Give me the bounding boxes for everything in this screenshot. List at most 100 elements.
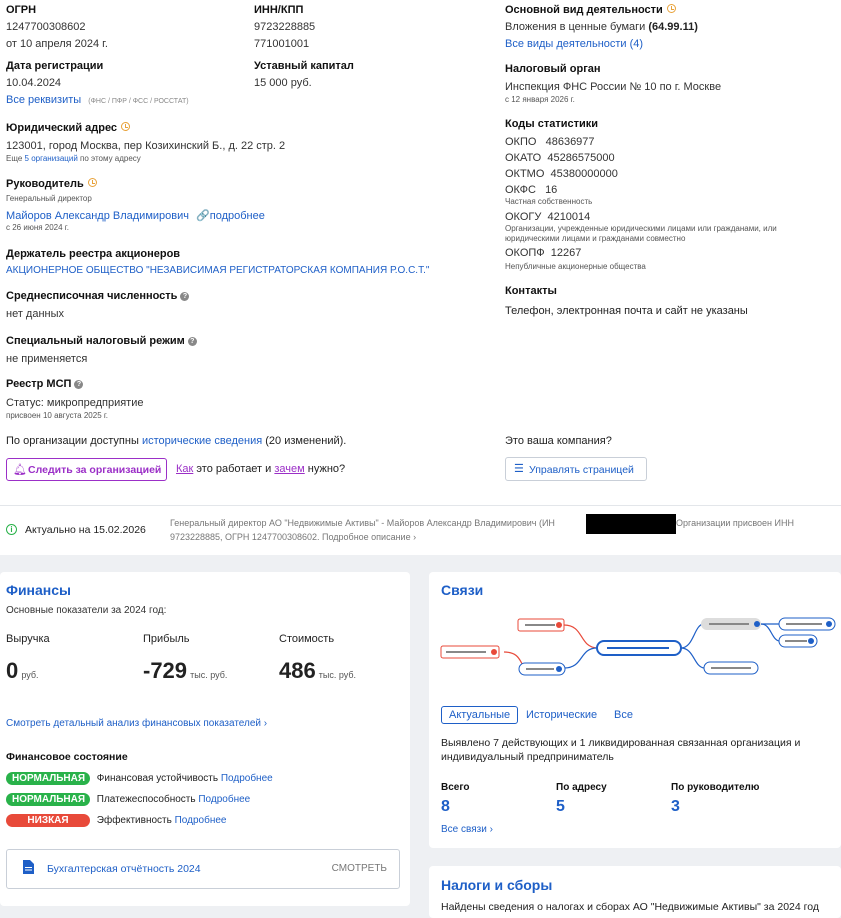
links-card: Связи Актуальные Исторические Все Выявле… (429, 572, 841, 848)
history-link[interactable]: исторические сведения (142, 435, 262, 447)
document-icon (23, 860, 34, 874)
status-badge: НИЗКАЯ (6, 814, 90, 827)
cost-value: 486 (279, 658, 316, 683)
capital-label: Уставный капитал (254, 60, 354, 72)
address-value: 123001, город Москва, пер Козихинский Б.… (6, 140, 286, 152)
analysis-link[interactable]: Смотреть детальный анализ финансовых пок… (6, 718, 267, 729)
address-label: Юридический адрес (6, 122, 131, 134)
links-title: Связи (441, 582, 484, 598)
details-link[interactable]: Подробнее (175, 815, 227, 826)
state-label: Финансовое состояние (6, 751, 128, 763)
headcount-label: Среднесписочная численность? (6, 290, 190, 302)
address-note: Еще 5 организаций по этому адресу (6, 154, 141, 163)
okpo: ОКПО 48636977 (505, 136, 595, 148)
tab-actual[interactable]: Актуальные (441, 706, 519, 724)
reg-date-label: Дата регистрации (6, 60, 104, 72)
inn-label: ИНН/КПП (254, 4, 304, 16)
inn-value: 9723228885 (254, 21, 316, 33)
taxes-card: Налоги и сборы Найдены сведения о налога… (429, 866, 841, 918)
okfs: ОКФС 16 (505, 184, 558, 196)
oktmo: ОКТМО 45380000000 (505, 168, 618, 180)
tab-all[interactable]: Все (614, 709, 633, 721)
info-circle-icon: i (6, 524, 17, 535)
all-links-link[interactable]: Все связи › (441, 824, 493, 835)
report-row[interactable]: Бухгалтерская отчётность 2024 СМОТРЕТЬ (6, 849, 400, 889)
registry-holder-link[interactable]: АКЦИОНЕРНОЕ ОБЩЕСТВО "НЕЗАВИСИМАЯ РЕГИСТ… (6, 265, 429, 276)
info-icon[interactable]: ? (74, 380, 84, 389)
tax-authority-value: Инспекция ФНС России № 10 по г. Москве (505, 81, 722, 93)
taxes-text: Найдены сведения о налогах и сборах АО "… (441, 901, 819, 913)
history-row: По организации доступны исторические све… (6, 435, 347, 447)
same-address-link[interactable]: 5 организаций (25, 154, 78, 163)
links-desc-2: индивидуальный предприниматель (441, 751, 614, 763)
all-details-row: Все реквизиты (ФНС / ПФР / ФСС / РОССТАТ… (6, 94, 189, 106)
bell-icon: 🔔︎ (13, 464, 27, 476)
report-label: Бухгалтерская отчётность 2024 (47, 863, 201, 875)
manage-button[interactable]: ☰ Управлять страницей (505, 457, 647, 481)
total-value[interactable]: 8 (441, 798, 450, 816)
by-head-value[interactable]: 3 (671, 798, 680, 816)
profit: -729 тыс. руб. (143, 658, 228, 683)
head-name-link[interactable]: Майоров Александр Владимирович (6, 210, 189, 222)
all-activities-link[interactable]: Все виды деятельности (4) (505, 38, 643, 50)
tab-history[interactable]: Исторические (526, 709, 597, 721)
how-link[interactable]: Как (176, 463, 193, 475)
info-icon[interactable]: ? (187, 337, 197, 346)
okfs-desc: Частная собственность (505, 197, 593, 206)
links-desc-1: Выявлено 7 действующих и 1 ликвидированн… (441, 737, 801, 749)
head-since: с 26 июня 2024 г. (6, 223, 69, 232)
status-badge: НОРМАЛЬНАЯ (6, 793, 90, 806)
all-details-link[interactable]: Все реквизиты (6, 94, 81, 106)
headcount-value: нет данных (6, 308, 65, 320)
head-row: Майоров Александр Владимирович 🔗подробне… (6, 209, 265, 222)
contacts-label: Контакты (505, 285, 557, 297)
follow-button[interactable]: 🔔︎ Следить за организацией (6, 458, 167, 481)
actual-text-1a: Генеральный директор АО "Недвижимые Акти… (170, 518, 555, 528)
okopf: ОКОПФ 12267 (505, 247, 582, 259)
okogu-desc-2: юридическими лицами и гражданами совмест… (505, 234, 686, 243)
ogrn-date: от 10 апреля 2024 г. (6, 38, 108, 50)
actual-text-2[interactable]: 9723228885, ОГРН 1247700308602. Подробно… (170, 532, 416, 542)
msp-status: Статус: микропредприятие (6, 397, 144, 409)
activity-label: Основной вид деятельности (505, 4, 676, 16)
tax-authority-since: с 12 января 2026 г. (505, 95, 575, 104)
clock-icon (666, 4, 676, 13)
okopf-desc: Непубличные акционерные общества (505, 262, 646, 271)
reg-date-value: 10.04.2024 (6, 77, 62, 89)
redaction-block (586, 514, 676, 534)
info-icon[interactable]: ? (180, 292, 190, 301)
kpp-value: 771001001 (254, 38, 310, 50)
total-label: Всего (441, 782, 470, 793)
state-row: НИЗКАЯ Эффективность Подробнее (6, 814, 226, 827)
details-link[interactable]: Подробнее (198, 794, 250, 805)
actual-label: Актуально на 15.02.2026 (25, 524, 146, 536)
revenue-label: Выручка (6, 633, 50, 645)
by-head-label: По руководителю (671, 782, 760, 793)
profit-value: -729 (143, 658, 188, 683)
okato: ОКАТО 45286575000 (505, 152, 615, 164)
all-details-note: (ФНС / ПФР / ФСС / РОССТАТ) (88, 98, 189, 105)
activity-value: Вложения в ценные бумаги (64.99.11) (505, 21, 698, 33)
tax-regime-label: Специальный налоговый режим? (6, 335, 197, 347)
revenue-value: 0 (6, 658, 19, 683)
revenue: 0 руб. (6, 658, 39, 683)
ogrn-value: 1247700308602 (6, 21, 86, 33)
taxes-title: Налоги и сборы (441, 877, 553, 893)
finance-title: Финансы (6, 582, 71, 598)
msp-label: Реестр МСП? (6, 378, 84, 390)
head-label: Руководитель (6, 178, 97, 190)
capital-value: 15 000 руб. (254, 77, 312, 89)
okogu-desc-1: Организации, учрежденные юридическими ли… (505, 224, 777, 233)
links-graph[interactable] (439, 614, 839, 684)
state-row: НОРМАЛЬНАЯ Финансовая устойчивость Подро… (6, 772, 273, 785)
manage-button-label: Управлять страницей (529, 464, 634, 476)
why-link[interactable]: зачем (274, 463, 304, 475)
msp-assigned: присвоен 10 августа 2025 г. (6, 411, 109, 420)
your-company: Это ваша компания? (505, 435, 612, 447)
stats-label: Коды статистики (505, 118, 599, 130)
state-row: НОРМАЛЬНАЯ Платежеспособность Подробнее (6, 793, 250, 806)
by-address-value[interactable]: 5 (556, 798, 565, 816)
details-link[interactable]: Подробнее (221, 773, 273, 784)
head-more-link[interactable]: 🔗подробнее (196, 210, 265, 222)
divider (0, 505, 841, 506)
